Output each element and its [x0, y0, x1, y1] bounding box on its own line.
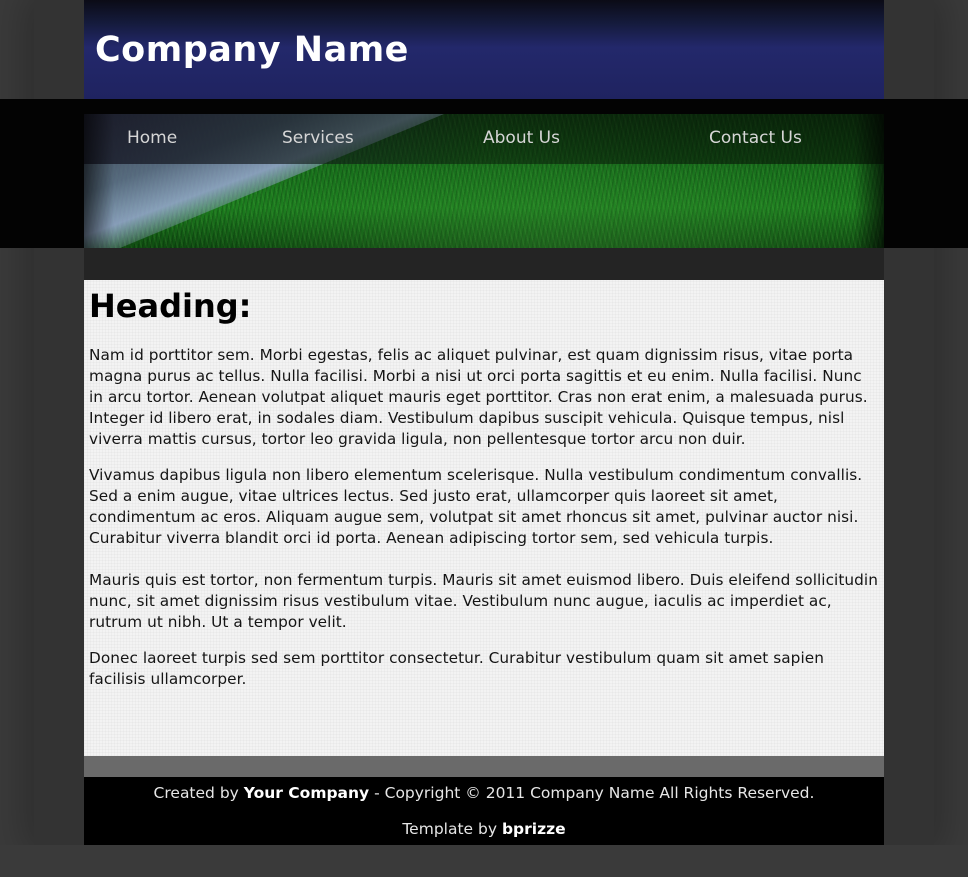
nav-link-home[interactable]: Home	[127, 128, 177, 148]
footer-template-author-link[interactable]: bprizze	[502, 820, 566, 838]
content-bottom-bar	[84, 756, 884, 777]
footer-template-prefix: Template by	[402, 820, 502, 838]
nav-link-services[interactable]: Services	[282, 128, 354, 148]
site-footer: Created by Your Company - Copyright © 20…	[84, 777, 884, 845]
page-bottom	[0, 845, 968, 877]
content-paragraph-3: Mauris quis est tortor, non fermentum tu…	[89, 571, 878, 631]
footer-template-credit: Template by bprizze	[84, 820, 884, 838]
content-heading: Heading:	[89, 287, 252, 325]
content-top-bar	[84, 248, 884, 280]
company-name-logo[interactable]: Company Name	[95, 30, 409, 70]
footer-credits: Created by Your Company - Copyright © 20…	[84, 784, 884, 802]
footer-copyright: - Copyright © 2011 Company Name All Righ…	[369, 784, 815, 802]
content-paragraph-2: Vivamus dapibus ligula non libero elemen…	[89, 466, 863, 547]
content-paragraph-1: Nam id porttitor sem. Morbi egestas, fel…	[89, 346, 868, 448]
content-paragraph-4: Donec laoreet turpis sed sem porttitor c…	[89, 649, 824, 688]
banner-edge-right	[854, 114, 884, 248]
nav-link-contact-us[interactable]: Contact Us	[709, 128, 802, 148]
nav-link-about-us[interactable]: About Us	[483, 128, 560, 148]
banner-edge-left	[84, 114, 114, 248]
footer-created-by-prefix: Created by	[153, 784, 244, 802]
footer-company-link[interactable]: Your Company	[244, 784, 369, 802]
main-content: Heading: Nam id porttitor sem. Morbi ege…	[84, 280, 884, 756]
site-header: Company Name	[84, 0, 884, 99]
